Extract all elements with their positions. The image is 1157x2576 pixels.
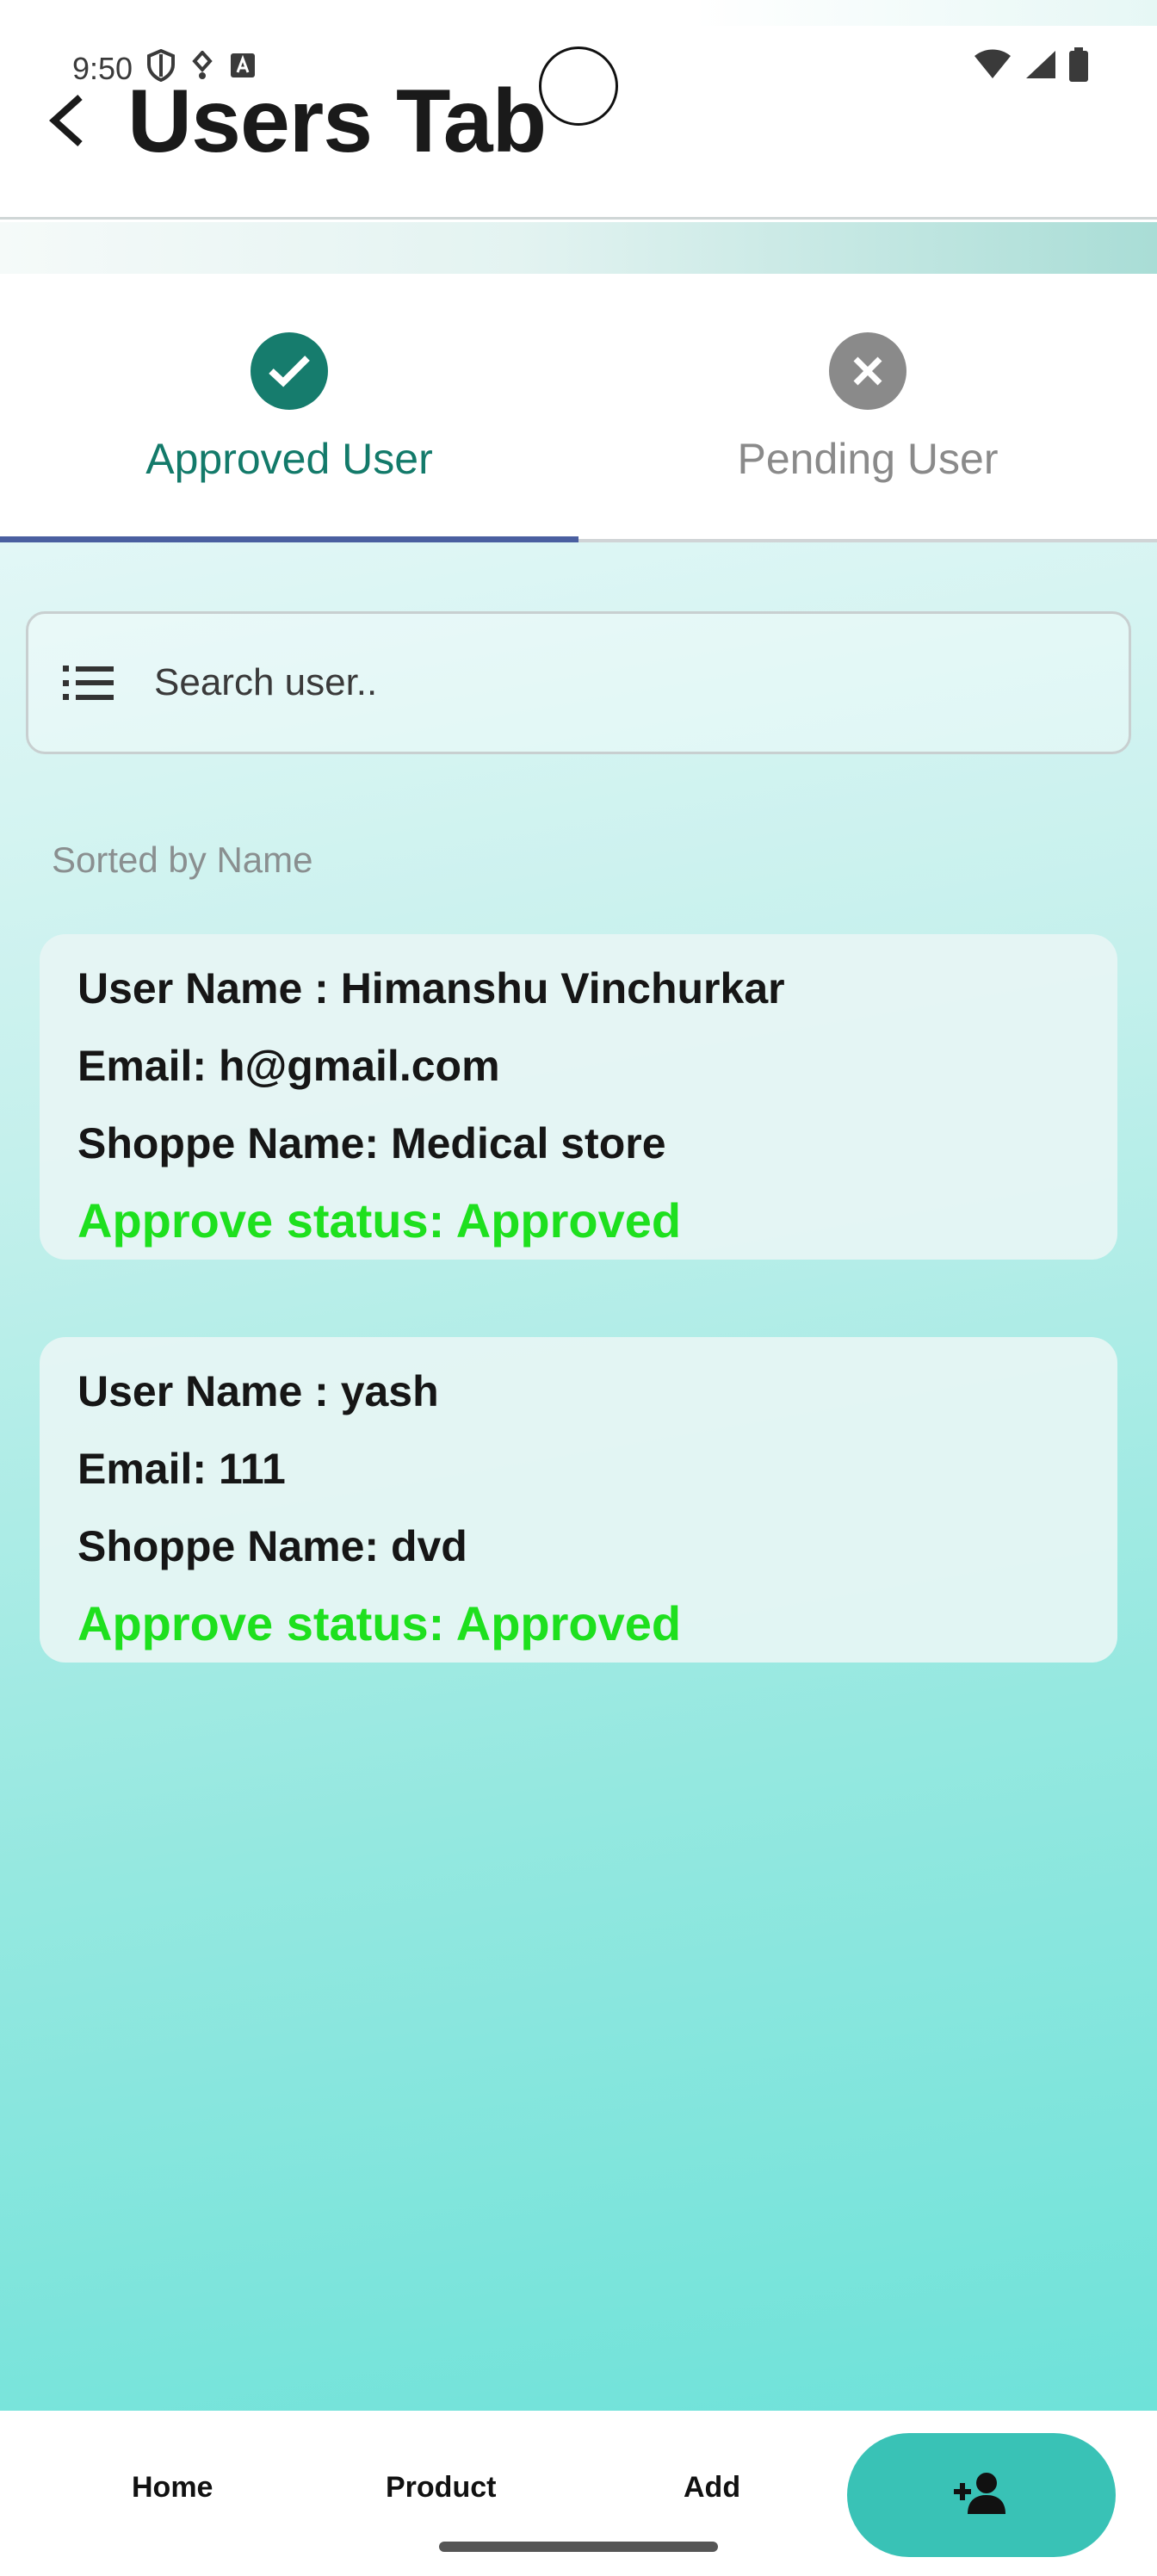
app-bar-tint: [0, 0, 1157, 26]
approve-status: Approve status: Approved: [77, 1193, 682, 1248]
header-gradient-strip: [0, 222, 1157, 274]
user-email: Email: 111: [77, 1445, 286, 1493]
nav-product[interactable]: Product: [386, 2471, 496, 2505]
search-bar[interactable]: [26, 611, 1131, 754]
user-tabs: Approved User Pending User: [0, 274, 1157, 542]
user-name: User Name : yash: [77, 1367, 439, 1415]
user-card[interactable]: User Name : yash Email: 111 Shoppe Name:…: [40, 1337, 1117, 1663]
wifi-icon: [973, 49, 1012, 89]
user-email: Email: h@gmail.com: [77, 1042, 500, 1090]
user-card[interactable]: User Name : Himanshu Vinchurkar Email: h…: [40, 934, 1117, 1260]
user-list-area: Sorted by Name User Name : Himanshu Vinc…: [0, 542, 1157, 2411]
nav-add[interactable]: Add: [684, 2471, 740, 2505]
user-shop-name: Shoppe Name: dvd: [77, 1522, 467, 1570]
battery-icon: [1069, 47, 1088, 90]
gesture-handle: [439, 2542, 718, 2552]
approve-status: Approve status: Approved: [77, 1596, 682, 1650]
tab-pending-user[interactable]: Pending User: [578, 274, 1157, 539]
tab-approved-label: Approved User: [145, 435, 433, 483]
active-tab-indicator: [0, 536, 578, 542]
list-filter-icon[interactable]: [63, 666, 114, 700]
nav-add-user-button[interactable]: [847, 2433, 1116, 2557]
bottom-navigation: Home Product Add: [0, 2411, 1157, 2576]
cancel-circle-icon: [829, 332, 906, 410]
user-shop-name: Shoppe Name: Medical store: [77, 1119, 666, 1167]
sort-label: Sorted by Name: [52, 839, 313, 880]
tab-approved-user[interactable]: Approved User: [0, 274, 578, 542]
page-title: Users Tab: [127, 71, 547, 171]
status-right: [973, 47, 1088, 90]
signal-icon: [1024, 49, 1057, 89]
check-circle-icon: [251, 332, 328, 410]
nav-home[interactable]: Home: [132, 2471, 213, 2505]
app-bar: 9:50 Users Tab: [0, 0, 1157, 220]
user-name: User Name : Himanshu Vinchurkar: [77, 964, 785, 1012]
person-add-icon: [950, 2471, 1012, 2520]
camera-cutout: [539, 46, 618, 126]
search-input[interactable]: [154, 661, 1015, 704]
back-button[interactable]: [33, 86, 102, 155]
tab-pending-label: Pending User: [737, 435, 999, 483]
status-time: 9:50: [72, 51, 133, 86]
